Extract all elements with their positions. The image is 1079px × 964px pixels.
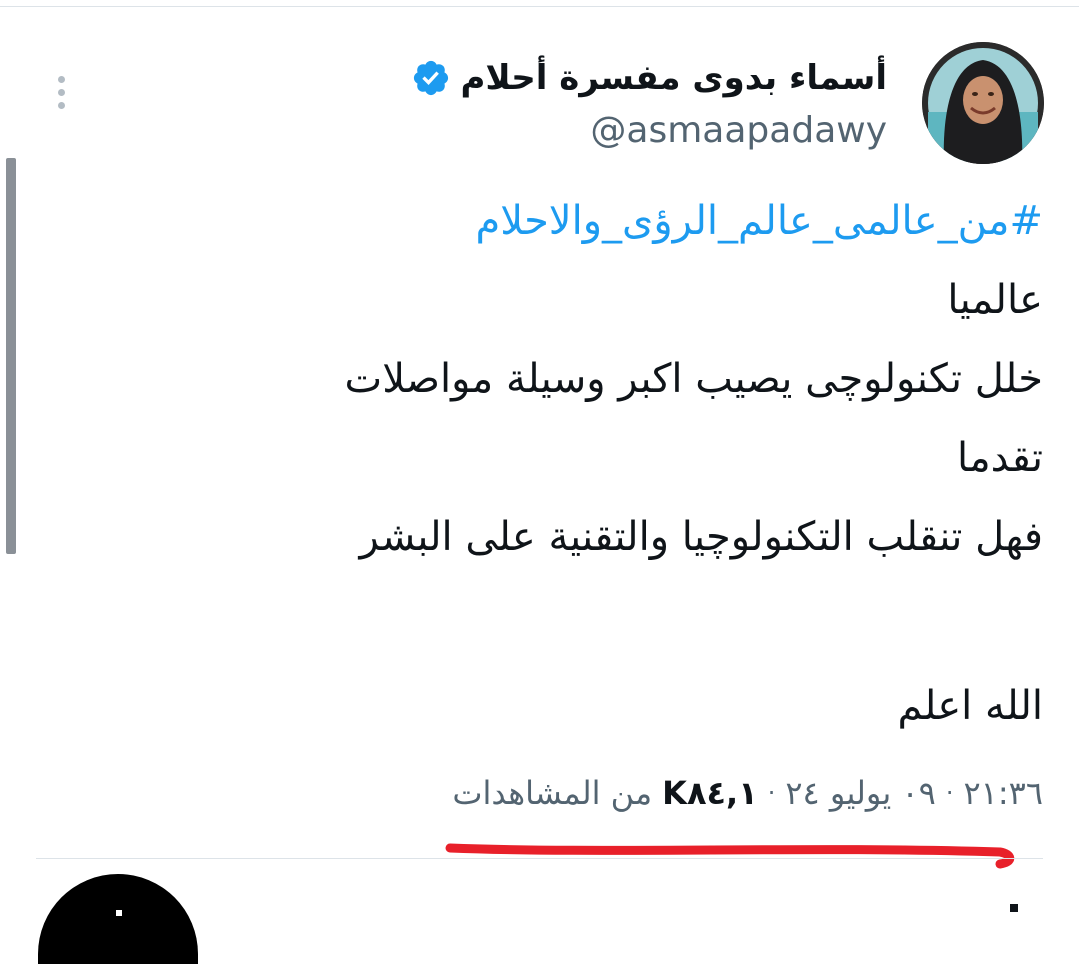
tweet-text-line: خلل تكنولوچى يصيب اكبر وسيلة مواصلات	[344, 356, 1043, 402]
tweet-body: #من_عالمى_عالم_الرؤى_والاحلام عالميا خلل…	[143, 194, 1043, 758]
tweet-text-line: الله اعلم	[897, 683, 1043, 729]
next-tweet-fragment	[1010, 904, 1018, 912]
more-options-button[interactable]	[46, 70, 76, 114]
author-handle[interactable]: @asmaapadawy	[411, 110, 887, 151]
profile-photo-icon	[922, 42, 1044, 164]
more-vertical-icon-dot	[57, 88, 65, 96]
verified-badge-icon	[413, 60, 448, 96]
next-tweet-right-clipped	[1010, 900, 1040, 912]
next-tweet-avatar[interactable]	[38, 874, 198, 964]
avatar-glyph	[116, 910, 122, 916]
views-count[interactable]: K٨٤,١	[662, 774, 758, 812]
tweet-text-line: تقدما	[957, 435, 1043, 481]
author-name[interactable]: أسماء بدوى مفسرة أحلام	[461, 58, 887, 98]
next-tweet-name-clipped	[760, 898, 860, 912]
tweet-date[interactable]: ٠٩ يوليو ٢٤	[785, 774, 935, 812]
tweet-meta-row: ٢١:٣٦ · ٠٩ يوليو ٢٤ · K٨٤,١ من المشاهدات	[452, 768, 1043, 818]
meta-separator: ·	[767, 779, 776, 807]
author-block[interactable]: أسماء بدوى مفسرة أحلام @asmaapadawy	[411, 52, 887, 151]
more-vertical-icon	[57, 75, 65, 83]
author-name-row[interactable]: أسماء بدوى مفسرة أحلام	[411, 52, 887, 104]
bottom-divider	[36, 858, 1043, 859]
hashtag-link[interactable]: #من_عالمى_عالم_الرؤى_والاحلام	[143, 194, 1043, 248]
meta-separator: ·	[945, 779, 954, 807]
author-avatar[interactable]	[922, 42, 1044, 164]
more-vertical-icon-dot	[57, 101, 65, 109]
scroll-indicator[interactable]	[6, 158, 16, 554]
views-label[interactable]: من المشاهدات	[452, 774, 652, 812]
tweet-text-line: عالميا	[947, 277, 1043, 323]
red-underline-annotation	[445, 843, 1015, 869]
tweet-time[interactable]: ٢١:٣٦	[963, 774, 1043, 812]
tweet-text-line: فهل تنقلب التكنولوچيا والتقنية على البشر	[359, 514, 1044, 560]
top-divider	[0, 6, 1079, 7]
